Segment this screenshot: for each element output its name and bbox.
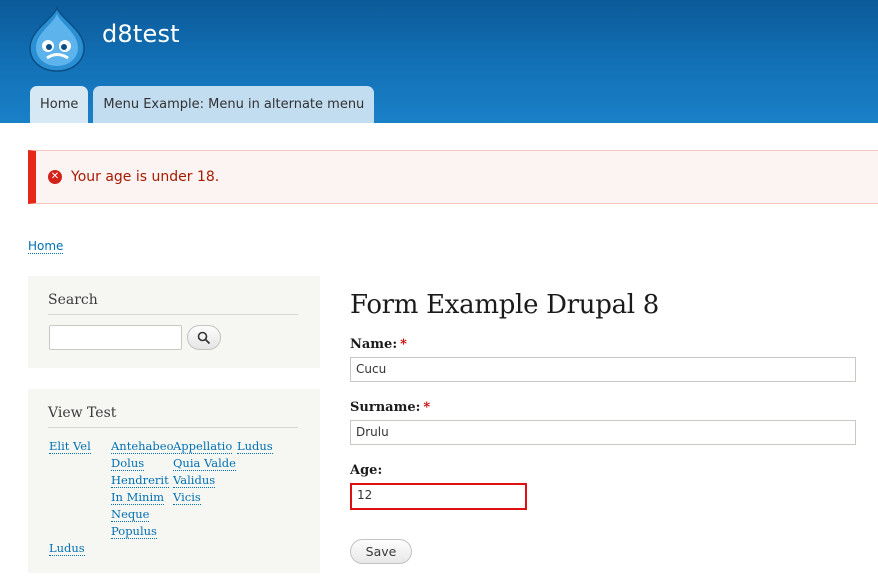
tab-menu-example[interactable]: Menu Example: Menu in alternate menu	[93, 86, 375, 123]
view-link-ludus-2[interactable]: Ludus	[49, 542, 85, 556]
age-field[interactable]: 12	[350, 483, 527, 510]
search-icon	[197, 331, 211, 344]
view-block-title: View Test	[48, 405, 298, 428]
drupal-logo-icon[interactable]	[28, 6, 86, 72]
search-input[interactable]	[49, 325, 182, 350]
required-marker: *	[400, 337, 407, 352]
name-label-text: Name:	[350, 337, 398, 352]
view-link-elit-vel[interactable]: Elit Vel	[49, 440, 91, 454]
age-label: Age:	[350, 463, 383, 478]
error-message-text: Your age is under 18.	[71, 169, 220, 185]
view-link-in-minim[interactable]: In Minim	[111, 491, 165, 505]
required-marker: *	[423, 400, 431, 415]
view-link-neque[interactable]: Neque	[111, 508, 150, 522]
view-link-dolus[interactable]: Dolus	[111, 457, 145, 471]
search-block: Search	[28, 276, 320, 368]
surname-label-text: Surname:	[350, 400, 421, 415]
view-link-appellatio[interactable]: Appellatio	[173, 440, 233, 454]
error-message: ✕ Your age is under 18.	[28, 150, 878, 204]
breadcrumb-home-link[interactable]: Home	[28, 239, 64, 254]
save-button[interactable]: Save	[350, 539, 412, 564]
error-icon: ✕	[48, 170, 62, 184]
view-link-quia-valde[interactable]: Quia Valde	[173, 457, 236, 471]
view-link-populus[interactable]: Populus	[111, 525, 157, 539]
site-header: d8test Home Menu Example: Menu in altern…	[0, 0, 878, 123]
view-link-antehabeo[interactable]: Antehabeo	[111, 440, 174, 454]
search-block-title: Search	[48, 292, 298, 315]
view-link-validus[interactable]: Validus	[173, 474, 216, 488]
tab-home[interactable]: Home	[30, 86, 89, 123]
name-label: Name: *	[350, 337, 407, 352]
surname-label: Surname: *	[350, 400, 430, 415]
name-field[interactable]: Cucu	[350, 357, 856, 382]
page-title: Form Example Drupal 8	[350, 290, 660, 320]
view-link-hendrerit[interactable]: Hendrerit	[111, 474, 169, 488]
site-name[interactable]: d8test	[102, 20, 180, 48]
view-test-block: View Test Elit Vel Antehabeo Appellatio …	[28, 389, 320, 573]
view-link-ludus[interactable]: Ludus	[237, 440, 273, 454]
main-menu: Home Menu Example: Menu in alternate men…	[30, 86, 375, 123]
surname-field[interactable]: Drulu	[350, 420, 856, 445]
view-link-vicis[interactable]: Vicis	[173, 491, 201, 505]
search-button[interactable]	[187, 325, 221, 350]
